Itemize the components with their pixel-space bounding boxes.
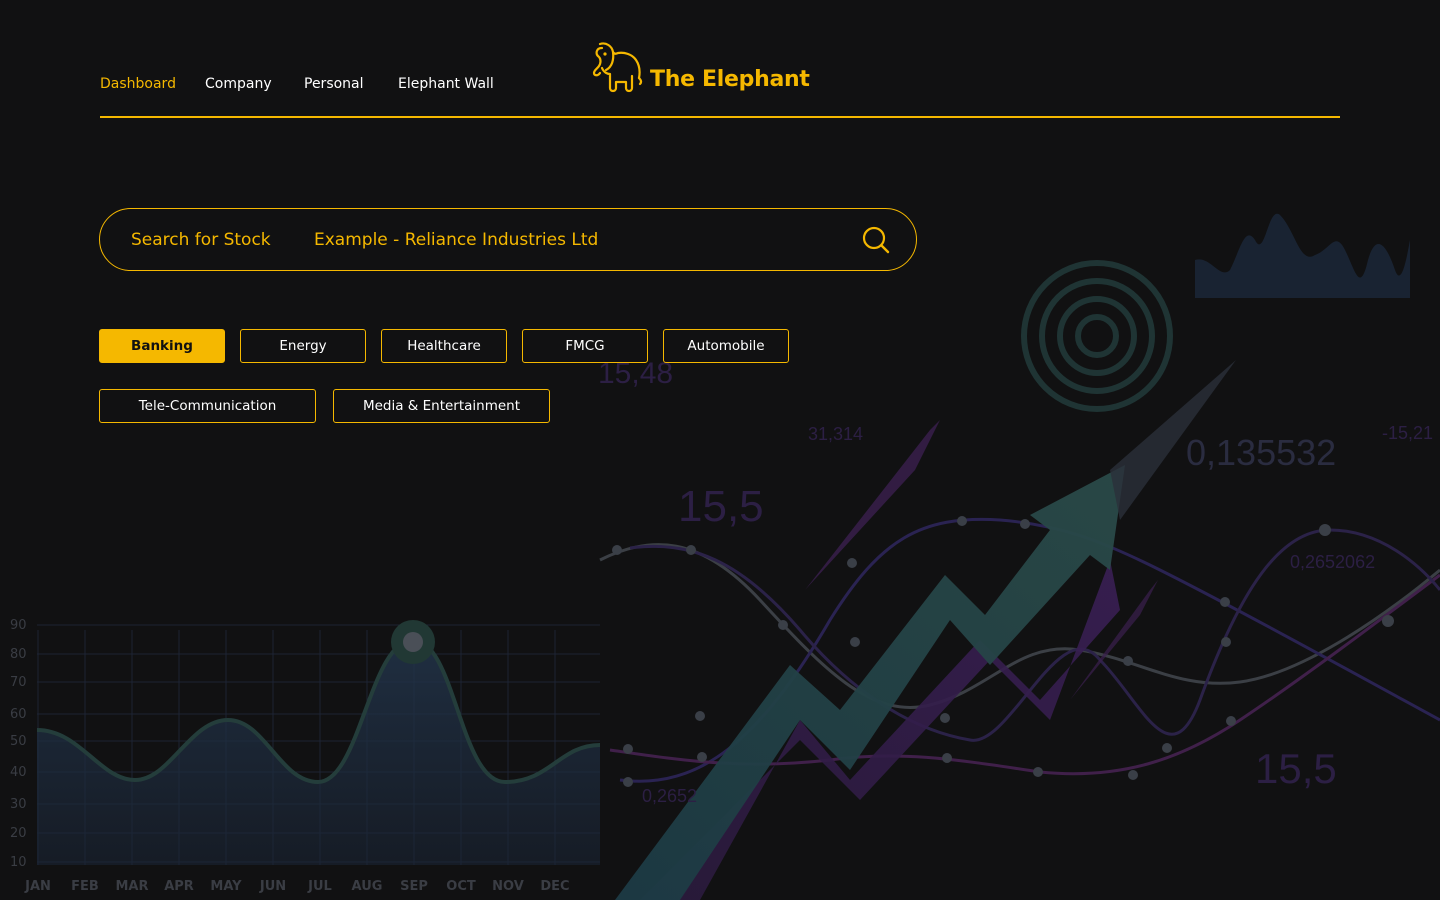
elephant-icon	[592, 42, 643, 93]
nav-company[interactable]: Company	[205, 76, 272, 92]
bg-y-tick: 40	[10, 765, 27, 780]
svg-text:15,5: 15,5	[1255, 745, 1337, 792]
search-input[interactable]	[314, 223, 834, 257]
bg-month-tick: JUL	[307, 879, 332, 894]
bg-month-tick: AUG	[352, 879, 383, 894]
sector-chip-energy[interactable]: Energy	[240, 329, 366, 363]
bg-y-tick: 30	[10, 797, 27, 812]
stock-search-bar: Search for Stock	[99, 208, 917, 271]
bg-month-tick: MAR	[115, 879, 148, 894]
sector-chip-media-entertainment[interactable]: Media & Entertainment	[333, 389, 550, 423]
search-icon[interactable]	[860, 224, 892, 256]
sector-chip-telecommunication[interactable]: Tele-Communication	[99, 389, 316, 423]
bg-month-tick: JAN	[24, 879, 51, 894]
svg-text:15,5: 15,5	[678, 482, 764, 531]
search-label: Search for Stock	[131, 230, 271, 250]
svg-text:31,314: 31,314	[808, 424, 863, 444]
sector-chip-automobile[interactable]: Automobile	[663, 329, 789, 363]
sector-chip-banking[interactable]: Banking	[99, 329, 225, 363]
bg-month-tick: OCT	[446, 879, 476, 894]
bg-area-chart: 90 80 70 60 50 40 30 20 10 JAN FEB MAR APR MAY JUN JUL…	[10, 618, 601, 894]
sector-chip-healthcare[interactable]: Healthcare	[381, 329, 507, 363]
brand-name: The Elephant	[650, 67, 810, 92]
svg-text:-15,21: -15,21	[1382, 423, 1433, 443]
background-artwork: 90 80 70 60 50 40 30 20 10 JAN FEB MAR APR MAY JUN JUL…	[10, 213, 1440, 900]
bg-target-icon	[1021, 260, 1173, 412]
bg-month-tick: FEB	[71, 879, 99, 894]
bg-month-tick: DEC	[540, 879, 569, 894]
bg-month-tick: JUN	[259, 879, 286, 894]
bg-month-tick: NOV	[492, 879, 524, 894]
svg-text:0,135532: 0,135532	[1186, 432, 1336, 473]
bg-y-tick: 90	[10, 618, 27, 633]
bg-y-tick: 70	[10, 675, 27, 690]
bg-month-tick: MAY	[210, 879, 242, 894]
nav-dashboard[interactable]: Dashboard	[100, 76, 176, 92]
nav-personal[interactable]: Personal	[304, 76, 364, 92]
sector-chip-fmcg[interactable]: FMCG	[522, 329, 648, 363]
bg-y-tick: 60	[10, 707, 27, 722]
bg-y-tick: 50	[10, 734, 27, 749]
bg-y-tick: 20	[10, 826, 27, 841]
bg-month-tick: SEP	[400, 879, 428, 894]
bg-month-tick: APR	[164, 879, 194, 894]
bg-y-tick: 80	[10, 647, 27, 662]
svg-text:0,2652062: 0,2652062	[1290, 552, 1375, 572]
svg-text:0,2652: 0,2652	[642, 786, 697, 806]
nav-divider	[100, 116, 1340, 118]
bg-y-tick: 10	[10, 855, 27, 870]
nav-elephant-wall[interactable]: Elephant Wall	[398, 76, 494, 92]
